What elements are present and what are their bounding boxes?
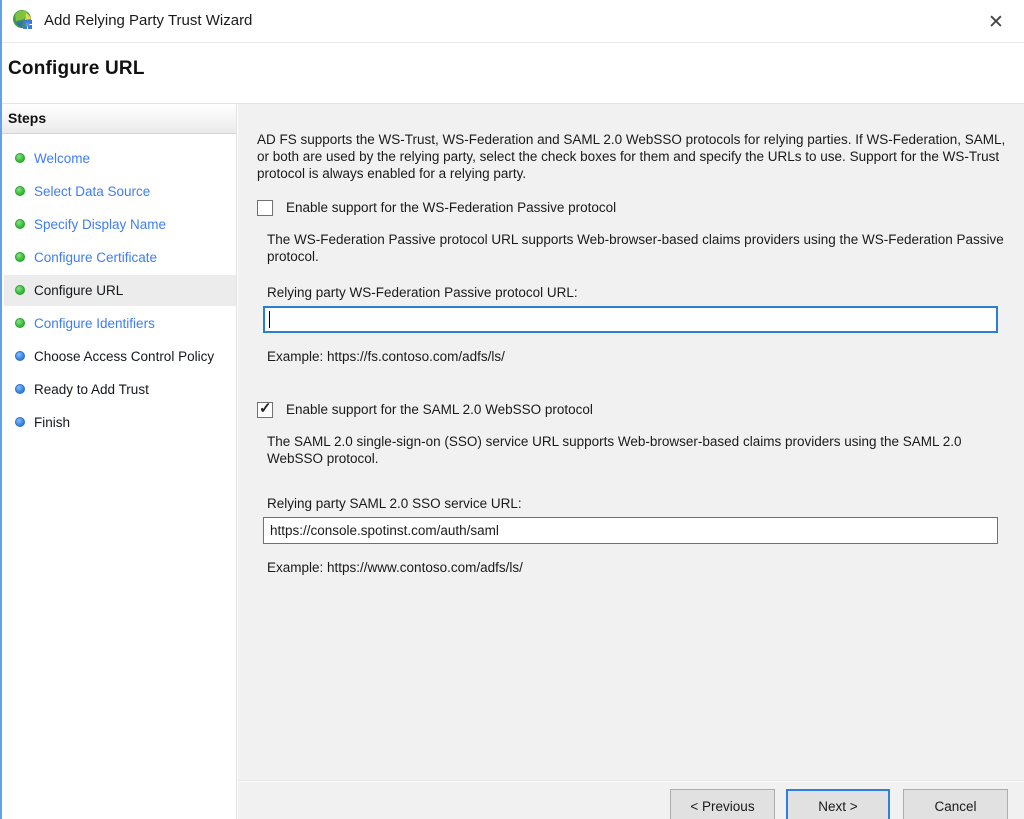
step-status-icon [15,351,25,361]
steps-sidebar: Steps Welcome Select Data Source Specify… [0,104,237,819]
wsfed-checkbox[interactable] [257,200,273,216]
saml-url-input[interactable] [263,517,998,544]
step-configure-url[interactable]: Configure URL [4,275,236,306]
step-label: Configure URL [34,282,123,299]
step-status-icon [15,318,25,328]
window-title: Add Relying Party Trust Wizard [44,12,252,29]
step-choose-access-control-policy[interactable]: Choose Access Control Policy [4,341,236,372]
step-label: Configure Certificate [34,249,157,266]
step-label: Ready to Add Trust [34,381,149,398]
close-icon: ✕ [988,11,1004,33]
step-label: Welcome [34,150,90,167]
wsfed-description: The WS-Federation Passive protocol URL s… [267,231,1009,265]
wsfed-checkbox-label[interactable]: Enable support for the WS-Federation Pas… [286,199,616,216]
wsfed-checkbox-row[interactable]: Enable support for the WS-Federation Pas… [257,199,1012,216]
step-label: Specify Display Name [34,216,166,233]
step-status-icon [15,417,25,427]
main-pane: AD FS supports the WS-Trust, WS-Federati… [238,104,1024,819]
steps-header: Steps [0,104,236,134]
saml-checkbox-label[interactable]: Enable support for the SAML 2.0 WebSSO p… [286,401,593,418]
step-status-icon [15,219,25,229]
step-configure-identifiers[interactable]: Configure Identifiers [4,308,236,339]
saml-url-input-wrap [263,517,998,544]
steps-list: Welcome Select Data Source Specify Displ… [0,134,236,438]
close-button[interactable]: ✕ [982,8,1010,36]
step-select-data-source[interactable]: Select Data Source [4,176,236,207]
step-configure-certificate[interactable]: Configure Certificate [4,242,236,273]
step-label: Choose Access Control Policy [34,348,214,365]
step-status-icon [15,285,25,295]
footer-button-bar: < Previous Next > Cancel [0,789,1024,819]
intro-text: AD FS supports the WS-Trust, WS-Federati… [257,131,1012,182]
wsfed-url-input[interactable] [263,306,998,333]
wizard-content: Steps Welcome Select Data Source Specify… [0,103,1024,819]
saml-url-label: Relying party SAML 2.0 SSO service URL: [267,495,1012,512]
titlebar: Add Relying Party Trust Wizard ✕ [0,0,1024,43]
step-finish[interactable]: Finish [4,407,236,438]
step-specify-display-name[interactable]: Specify Display Name [4,209,236,240]
step-ready-to-add-trust[interactable]: Ready to Add Trust [4,374,236,405]
saml-checkbox[interactable] [257,402,273,418]
step-label: Select Data Source [34,183,150,200]
step-label: Finish [34,414,70,431]
step-status-icon [15,186,25,196]
next-button[interactable]: Next > [786,789,890,819]
step-status-icon [15,384,25,394]
page-title: Configure URL [8,58,145,80]
wsfed-url-label: Relying party WS-Federation Passive prot… [267,284,1012,301]
saml-checkbox-row[interactable]: Enable support for the SAML 2.0 WebSSO p… [257,401,1012,418]
wsfed-url-input-wrap [263,306,998,333]
text-caret [269,311,270,328]
step-welcome[interactable]: Welcome [4,143,236,174]
step-label: Configure Identifiers [34,315,155,332]
cancel-button[interactable]: Cancel [903,789,1008,819]
saml-example-text: Example: https://www.contoso.com/adfs/ls… [267,559,1012,576]
saml-description: The SAML 2.0 single-sign-on (SSO) servic… [267,433,1009,467]
window-left-edge [0,0,2,819]
footer-separator [238,780,1024,782]
step-status-icon [15,153,25,163]
step-status-icon [15,252,25,262]
previous-button[interactable]: < Previous [670,789,775,819]
adfs-wizard-icon [12,9,36,33]
wsfed-example-text: Example: https://fs.contoso.com/adfs/ls/ [267,348,1012,365]
